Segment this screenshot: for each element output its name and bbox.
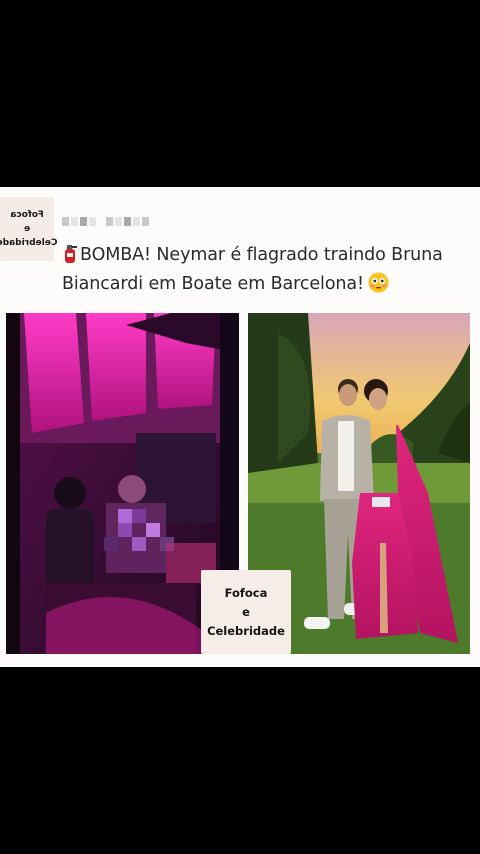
post-headline: BOMBA! Neymar é flagrado traindo Bruna B…: [62, 241, 474, 299]
avatar-text-line2: e: [23, 224, 31, 234]
blurred-name-part: [62, 217, 96, 226]
blurred-username[interactable]: [62, 217, 149, 226]
avatar[interactable]: Fofoca e Celebridade: [0, 197, 58, 261]
watermark-badge: Fofoca e Celebridade: [201, 570, 291, 654]
blurred-handle-part: [106, 217, 149, 226]
fire-extinguisher-icon: [65, 245, 77, 263]
watermark-line3: Celebridade: [207, 623, 285, 638]
watermark-line1: Fofoca: [224, 585, 268, 600]
watermark-line2: e: [242, 604, 250, 619]
post-card[interactable]: Fofoca e Celebridade BOMBA! Neymar é fla…: [0, 187, 480, 667]
flushed-face-icon: [368, 272, 389, 293]
avatar-text-line3: Celebridade: [0, 238, 58, 248]
avatar-text-line1: Fofoca: [10, 210, 44, 220]
